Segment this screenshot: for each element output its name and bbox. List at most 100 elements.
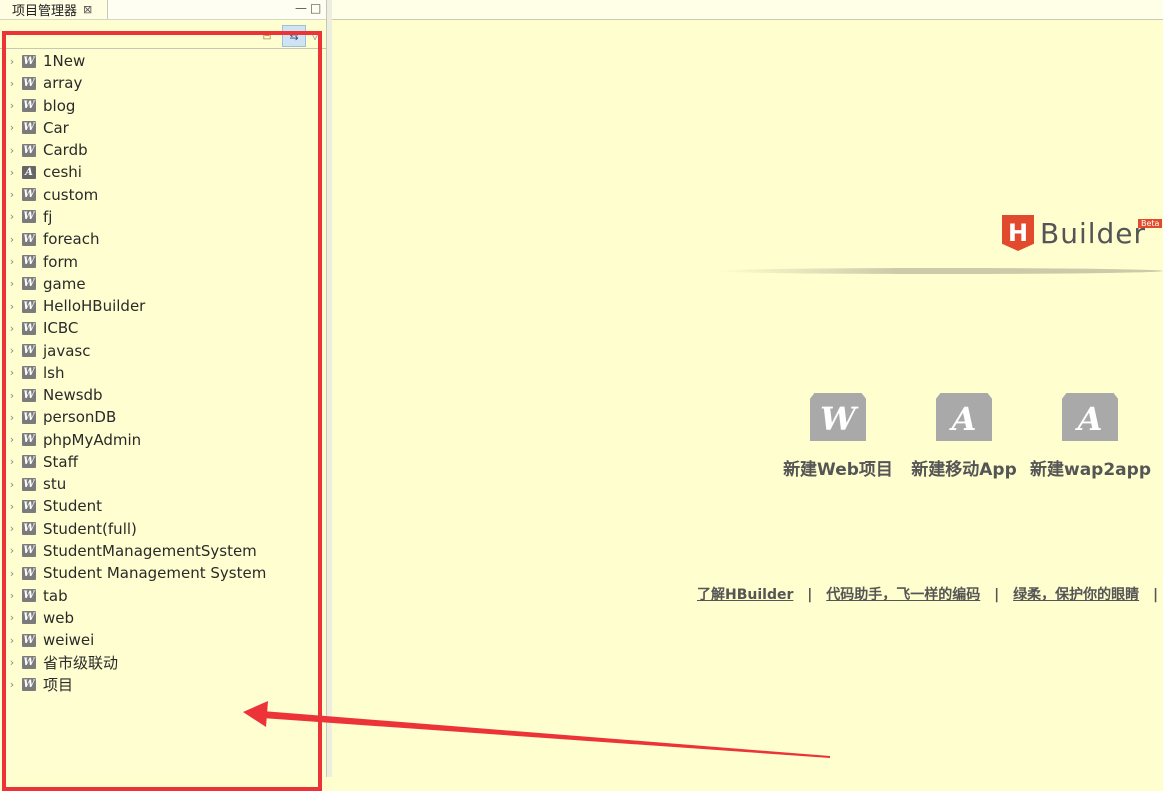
tree-item[interactable]: › W ICBC xyxy=(0,317,320,339)
tree-item-label: 省市级联动 xyxy=(43,653,119,672)
chevron-right-icon[interactable]: › xyxy=(7,55,17,68)
action-label: 新建wap2app xyxy=(1030,460,1151,480)
tree-item[interactable]: › W Car xyxy=(0,117,320,139)
tree-item[interactable]: › Wweiwei xyxy=(0,629,320,651)
chevron-right-icon[interactable]: › xyxy=(7,500,17,513)
tree-item[interactable]: › Wforeach xyxy=(0,228,320,250)
view-menu-icon[interactable]: ▽ xyxy=(308,28,322,42)
tree-item-label: array xyxy=(43,74,83,93)
collapse-all-icon[interactable]: ⊟ xyxy=(260,28,274,42)
tree-item-label: game xyxy=(43,274,86,293)
chevron-right-icon[interactable]: › xyxy=(7,611,17,624)
tree-item[interactable]: › W Student Management System xyxy=(0,562,320,584)
chevron-right-icon[interactable]: › xyxy=(7,77,17,90)
logo-shield-icon: H xyxy=(1002,215,1034,251)
web-project-icon: W xyxy=(22,388,36,402)
welcome-page: H Builder Beta W 新建Web项目 A 新建移动App A 新建w… xyxy=(332,0,1163,777)
tree-item-label: Student(full) xyxy=(43,519,137,538)
tree-item[interactable]: › W Student xyxy=(0,495,320,517)
tree-item[interactable]: › Wjavasc xyxy=(0,339,320,361)
link-eye-protection[interactable]: 绿柔，保护你的眼睛 xyxy=(1013,587,1139,603)
chevron-right-icon[interactable]: › xyxy=(7,366,17,379)
tree-item[interactable]: › Wcustom xyxy=(0,184,320,206)
tree-item[interactable]: › W Student(full) xyxy=(0,518,320,540)
new-mobile-app-button[interactable]: A 新建移动App xyxy=(904,393,1024,480)
minimize-icon[interactable]: — xyxy=(295,1,307,15)
chevron-right-icon[interactable]: › xyxy=(7,166,17,179)
tab-label: 项目管理器 xyxy=(12,4,78,19)
tree-item-label: StudentManagementSystem xyxy=(43,541,257,560)
chevron-right-icon[interactable]: › xyxy=(7,233,17,246)
tree-item-label: HelloHBuilder xyxy=(43,297,146,316)
tab-project-explorer[interactable]: 项目管理器 ⊠ xyxy=(0,0,108,19)
tree-item[interactable]: › W Cardb xyxy=(0,139,320,161)
web-project-icon: W xyxy=(810,393,866,441)
chevron-right-icon[interactable]: › xyxy=(7,656,17,669)
tree-item-label: stu xyxy=(43,475,67,494)
chevron-right-icon[interactable]: › xyxy=(7,433,17,446)
tree-item[interactable]: › Wweb xyxy=(0,607,320,629)
chevron-right-icon[interactable]: › xyxy=(7,144,17,157)
web-project-icon: W xyxy=(22,277,36,291)
divider xyxy=(0,48,326,49)
chevron-right-icon[interactable]: › xyxy=(7,589,17,602)
tree-item[interactable]: › Aceshi xyxy=(0,161,320,183)
chevron-right-icon[interactable]: › xyxy=(7,188,17,201)
chevron-right-icon[interactable]: › xyxy=(7,678,17,691)
chevron-right-icon[interactable]: › xyxy=(7,455,17,468)
tree-item-label: phpMyAdmin xyxy=(43,430,142,449)
web-project-icon: W xyxy=(22,499,36,513)
new-web-project-button[interactable]: W 新建Web项目 xyxy=(778,393,898,480)
tree-item[interactable]: › W 项目 xyxy=(0,673,320,695)
chevron-right-icon[interactable]: › xyxy=(7,344,17,357)
link-code-assistant[interactable]: 代码助手，飞一样的编码 xyxy=(826,587,980,603)
tree-item[interactable]: › W HelloHBuilder xyxy=(0,295,320,317)
tree-item[interactable]: › Wstu xyxy=(0,473,320,495)
chevron-right-icon[interactable]: › xyxy=(7,544,17,557)
chevron-right-icon[interactable]: › xyxy=(7,389,17,402)
tree-item[interactable]: › W StudentManagementSystem xyxy=(0,540,320,562)
chevron-right-icon[interactable]: › xyxy=(7,567,17,580)
web-project-icon: W xyxy=(22,121,36,135)
chevron-right-icon[interactable]: › xyxy=(7,634,17,647)
tree-item[interactable]: › Warray xyxy=(0,72,320,94)
tree-item[interactable]: › W 1New xyxy=(0,50,320,72)
tree-item[interactable]: › WphpMyAdmin xyxy=(0,429,320,451)
chevron-right-icon[interactable]: › xyxy=(7,277,17,290)
chevron-right-icon[interactable]: › xyxy=(7,300,17,313)
tree-item-label: web xyxy=(43,608,75,627)
tree-item[interactable]: › W Staff xyxy=(0,451,320,473)
tree-item[interactable]: › Wblog xyxy=(0,95,320,117)
new-wap2app-button[interactable]: A 新建wap2app xyxy=(1030,393,1151,480)
tree-item[interactable]: › Wlsh xyxy=(0,362,320,384)
link-with-editor-icon[interactable]: ⇆ xyxy=(282,25,306,47)
action-label: 新建Web项目 xyxy=(783,460,893,480)
tree-item-label: custom xyxy=(43,185,99,204)
chevron-right-icon[interactable]: › xyxy=(7,522,17,535)
web-project-icon: W xyxy=(22,655,36,669)
tree-item[interactable]: › Wgame xyxy=(0,273,320,295)
chevron-right-icon[interactable]: › xyxy=(7,210,17,223)
web-project-icon: W xyxy=(22,522,36,536)
tree-item[interactable]: › Wtab xyxy=(0,584,320,606)
tree-item[interactable]: › Wform xyxy=(0,250,320,272)
tree-item-label: Student xyxy=(43,497,103,516)
web-project-icon: W xyxy=(22,633,36,647)
tree-item-label: ICBC xyxy=(43,319,79,338)
chevron-right-icon[interactable]: › xyxy=(7,99,17,112)
close-icon[interactable]: ⊠ xyxy=(83,3,92,16)
tree-item-label: Staff xyxy=(43,452,78,471)
chevron-right-icon[interactable]: › xyxy=(7,322,17,335)
tree-item[interactable]: › W Newsdb xyxy=(0,384,320,406)
tree-item[interactable]: › Wfj xyxy=(0,206,320,228)
link-learn-hbuilder[interactable]: 了解HBuilder xyxy=(697,587,793,603)
maximize-icon[interactable]: □ xyxy=(310,1,321,15)
chevron-right-icon[interactable]: › xyxy=(7,411,17,424)
chevron-right-icon[interactable]: › xyxy=(7,255,17,268)
action-label: 新建移动App xyxy=(911,460,1017,480)
tree-item[interactable]: › W 省市级联动 xyxy=(0,651,320,673)
tree-item[interactable]: › WpersonDB xyxy=(0,406,320,428)
chevron-right-icon[interactable]: › xyxy=(7,121,17,134)
chevron-right-icon[interactable]: › xyxy=(7,478,17,491)
tree-item-label: 项目 xyxy=(43,676,74,695)
